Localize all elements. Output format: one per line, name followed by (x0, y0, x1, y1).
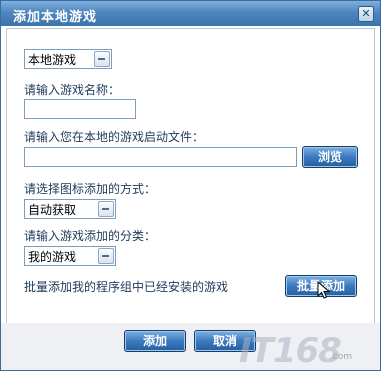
dropdown-arrow-icon[interactable] (98, 248, 114, 264)
batch-add-description: 批量添加我的程序组中已经安装的游戏 (24, 280, 229, 294)
add-button[interactable]: 添加 (124, 330, 186, 352)
watermark-logo: IT168 (239, 331, 342, 371)
close-icon[interactable]: ✕ (358, 6, 374, 22)
dialog-title: 添加本地游戏 (13, 10, 98, 25)
category-value: 我的游戏 (28, 250, 77, 264)
mouse-pointer-icon (317, 281, 331, 299)
launch-file-input[interactable] (24, 147, 297, 167)
dropdown-arrow-icon[interactable] (98, 201, 114, 217)
icon-method-select[interactable]: 自动获取 (24, 199, 116, 219)
category-select[interactable]: 我的游戏 (24, 246, 116, 266)
category-label: 请输入游戏添加的分类： (24, 229, 157, 243)
launch-file-label: 请输入您在本地的游戏启动文件： (24, 130, 205, 144)
game-source-value: 本地游戏 (28, 53, 77, 67)
icon-method-label: 请选择图标添加的方式： (24, 182, 157, 196)
watermark-domain: .com (330, 352, 353, 362)
icon-method-value: 自动获取 (28, 203, 77, 217)
dropdown-arrow-icon[interactable] (94, 51, 110, 67)
game-source-select[interactable]: 本地游戏 (24, 49, 112, 69)
dialog-titlebar[interactable]: 添加本地游戏 ✕ (1, 1, 380, 26)
add-local-game-dialog: 添加本地游戏 ✕ 本地游戏 请输入游戏名称： 请输入您在本地的游戏启动文件： 浏… (0, 0, 381, 371)
game-name-label: 请输入游戏名称： (24, 83, 121, 97)
browse-button[interactable]: 浏览 (302, 146, 358, 168)
game-name-input[interactable] (24, 99, 136, 119)
